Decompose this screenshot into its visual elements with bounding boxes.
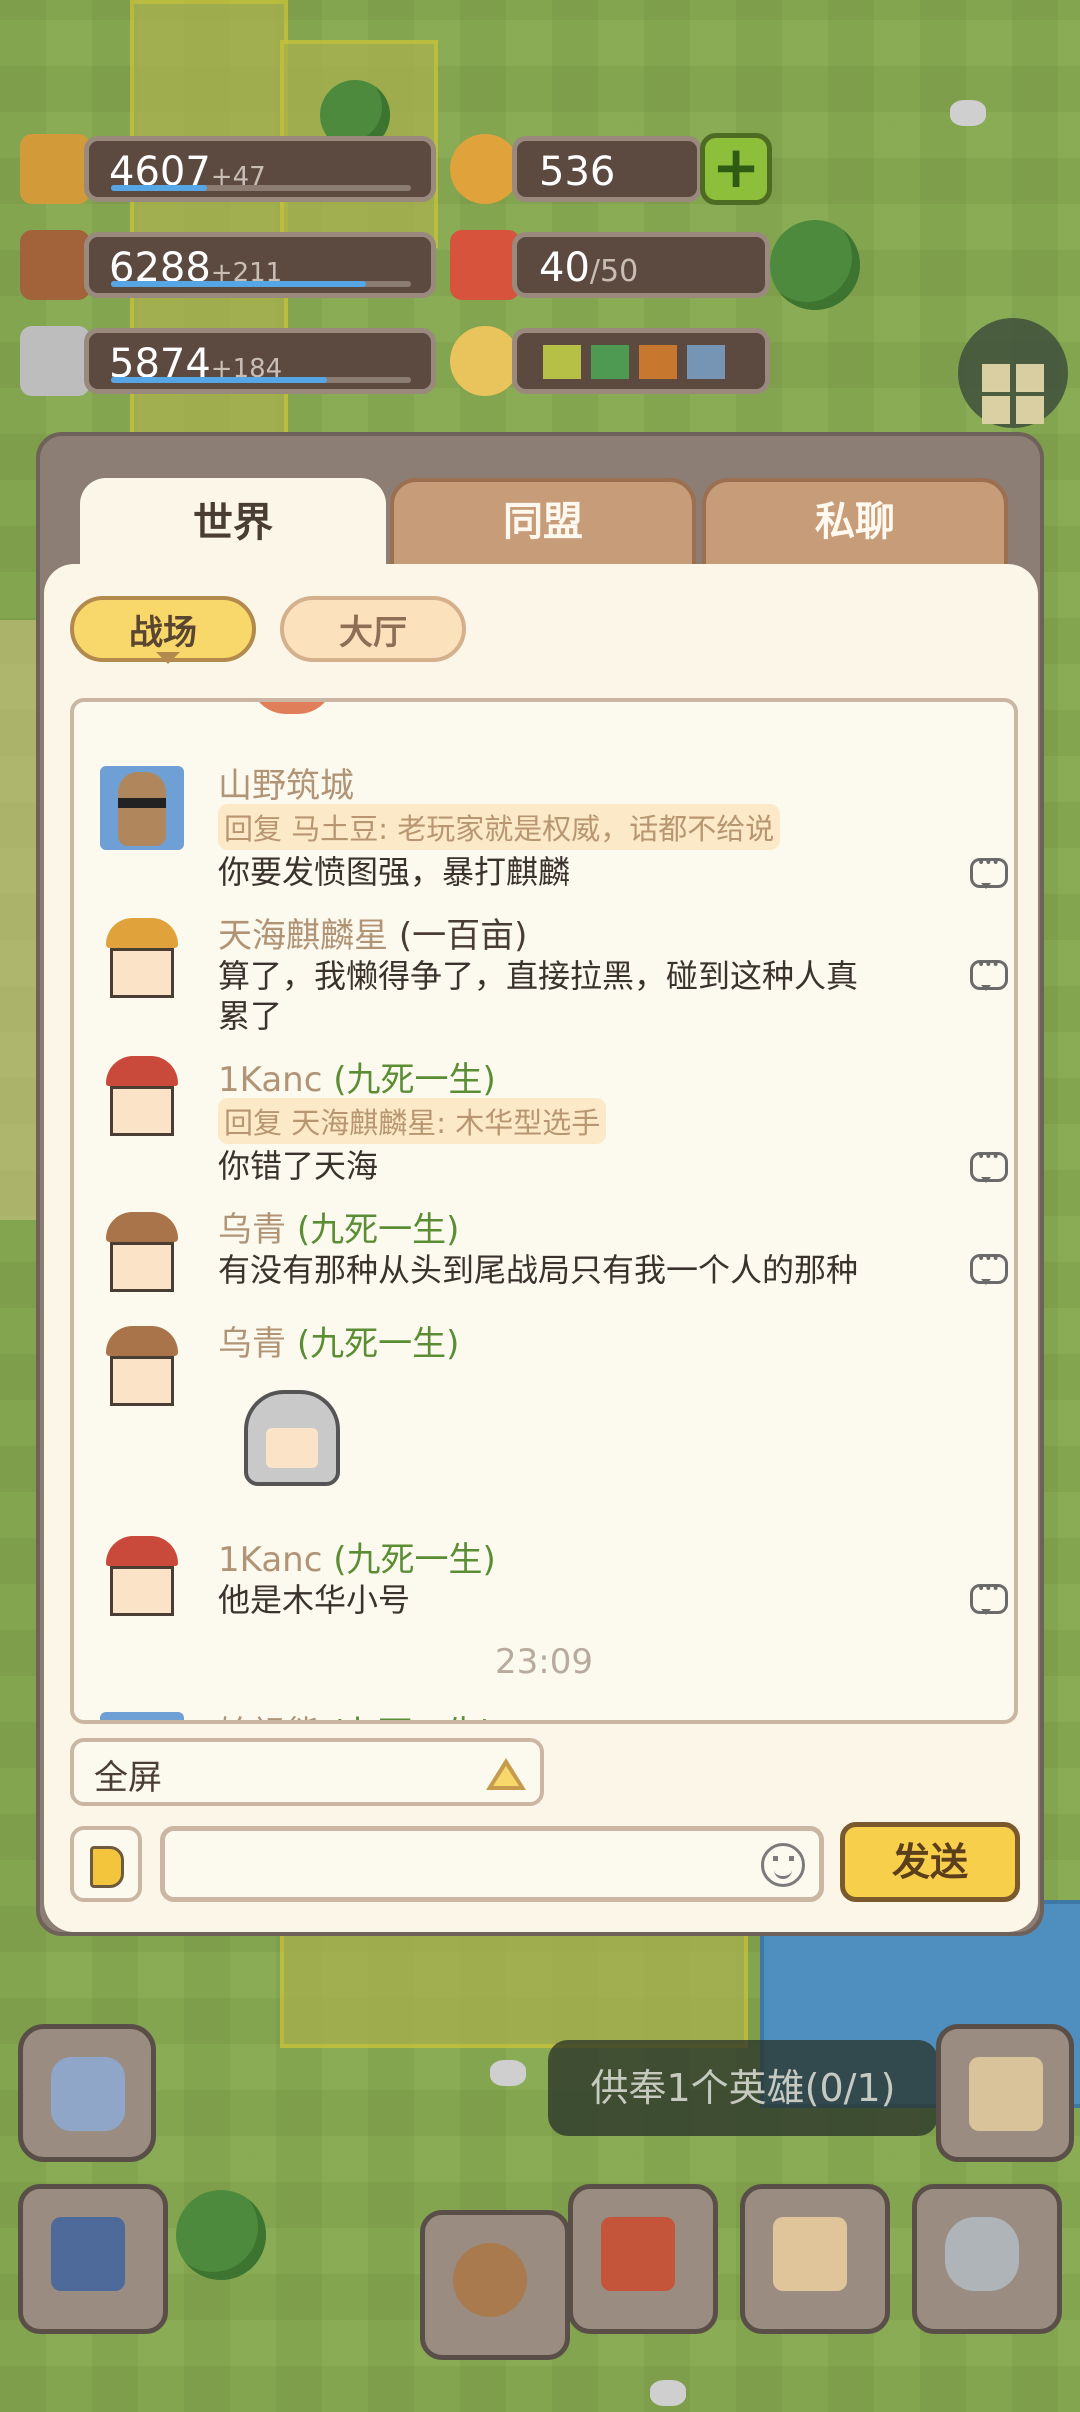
message-text: 算了，我懒得争了，直接拉黑，碰到这种人真 bbox=[218, 957, 859, 995]
weather-icon bbox=[450, 326, 520, 396]
message-text: 你错了天海 bbox=[218, 1147, 379, 1185]
stone-progress bbox=[111, 377, 411, 383]
chat-panel: 世界 同盟 私聊 战场 大厅 山野筑城 回复 马土豆: 老玩家就是权威，话都不给… bbox=[36, 432, 1044, 1936]
tab-private[interactable]: 私聊 bbox=[702, 478, 1008, 568]
grain-progress bbox=[111, 185, 411, 191]
shop-icon bbox=[601, 2217, 675, 2291]
avatar[interactable] bbox=[100, 1712, 184, 1720]
map-pin-icon bbox=[773, 2217, 847, 2291]
coin-value: 536 bbox=[539, 149, 616, 195]
map-button[interactable] bbox=[740, 2184, 890, 2334]
sender-name[interactable]: 山野筑城 bbox=[218, 758, 354, 807]
dog-avatar[interactable] bbox=[100, 766, 184, 850]
gift-icon bbox=[450, 230, 520, 300]
knight-helmet-sticker[interactable] bbox=[244, 1390, 340, 1486]
add-coins-button[interactable]: + bbox=[700, 133, 772, 205]
gift-value: 40/50 bbox=[539, 245, 639, 291]
bag-button[interactable] bbox=[420, 2210, 570, 2360]
wood-icon bbox=[20, 230, 90, 300]
timestamp: 23:09 bbox=[495, 1642, 593, 1682]
scroll-button[interactable] bbox=[936, 2024, 1074, 2162]
grain-resource[interactable]: 4607+47 bbox=[84, 136, 436, 202]
weather-swatch bbox=[639, 345, 677, 379]
shop-button[interactable] bbox=[568, 2184, 718, 2334]
tree bbox=[176, 2190, 266, 2280]
weather-swatch bbox=[591, 345, 629, 379]
message-list[interactable]: 山野筑城 回复 马土豆: 老玩家就是权威，话都不给说 你要发愤图强，暴打麒麟 天… bbox=[70, 698, 1018, 1724]
helmet-icon bbox=[945, 2217, 1019, 2291]
voice-button[interactable] bbox=[70, 1826, 142, 1902]
stone-icon bbox=[20, 326, 90, 396]
send-button[interactable]: 发送 bbox=[840, 1822, 1020, 1902]
reply-bubble-icon[interactable] bbox=[970, 1149, 1008, 1183]
red-roof-avatar[interactable] bbox=[100, 1056, 184, 1140]
stone-resource[interactable]: 5874+184 bbox=[84, 328, 436, 394]
chat-button[interactable] bbox=[18, 2024, 156, 2162]
speaker-icon bbox=[90, 1846, 124, 1888]
subtab-hall[interactable]: 大厅 bbox=[280, 596, 466, 662]
tab-world[interactable]: 世界 bbox=[80, 478, 386, 568]
partial-avatar bbox=[250, 702, 334, 714]
dirt-path bbox=[0, 620, 36, 1220]
expand-arrow-icon bbox=[486, 1758, 526, 1790]
weather-swatch bbox=[687, 345, 725, 379]
hero-home-button[interactable] bbox=[18, 2184, 168, 2334]
sender-name[interactable]: 乌青 (九死一生) bbox=[218, 1316, 459, 1365]
reply-bubble-icon[interactable] bbox=[970, 957, 1008, 991]
heroes-button[interactable] bbox=[912, 2184, 1062, 2334]
reply-quote[interactable]: 回复 马土豆: 老玩家就是权威，话都不给说 bbox=[218, 804, 781, 850]
weather-swatch bbox=[543, 345, 581, 379]
stone bbox=[650, 2380, 686, 2406]
grid-menu-button[interactable] bbox=[958, 318, 1068, 428]
sender-name[interactable]: 1Kanc (九死一生) bbox=[218, 1532, 496, 1581]
hero-icon bbox=[51, 2217, 125, 2291]
sender-name[interactable]: 天海麒麟星 (一百亩) bbox=[218, 908, 527, 957]
fullscreen-toggle[interactable]: 全屏 bbox=[70, 1738, 544, 1806]
stone bbox=[950, 100, 986, 126]
sender-name[interactable]: 1Kanc (九死一生) bbox=[218, 1052, 496, 1101]
subtab-battlefield[interactable]: 战场 bbox=[70, 596, 256, 664]
acorn-hat-avatar[interactable] bbox=[100, 1326, 184, 1410]
bag-icon bbox=[453, 2243, 527, 2317]
emoji-icon[interactable] bbox=[761, 1843, 805, 1887]
sender-name[interactable]: 始祖熊 (九死一生) bbox=[218, 1706, 493, 1720]
sender-name[interactable]: 乌青 (九死一生) bbox=[218, 1202, 459, 1251]
message-text-line2: 累了 bbox=[218, 997, 283, 1035]
weather-status[interactable] bbox=[512, 328, 770, 394]
reply-bubble-icon[interactable] bbox=[970, 1581, 1008, 1615]
wood-resource[interactable]: 6288+211 bbox=[84, 232, 436, 298]
farm-field bbox=[280, 1920, 748, 2048]
red-roof-avatar[interactable] bbox=[100, 1536, 184, 1620]
reply-bubble-icon[interactable] bbox=[970, 1251, 1008, 1285]
message-text: 他是木华小号 bbox=[218, 1581, 411, 1619]
acorn-hat-avatar[interactable] bbox=[100, 1212, 184, 1296]
chat-body: 战场 大厅 山野筑城 回复 马土豆: 老玩家就是权威，话都不给说 你要发愤图强，… bbox=[44, 564, 1038, 1932]
coin-resource[interactable]: 536 bbox=[512, 136, 702, 202]
straw-hat-avatar[interactable] bbox=[100, 918, 184, 1002]
coin-icon bbox=[450, 134, 520, 204]
reply-quote[interactable]: 回复 天海麒麟星: 木华型选手 bbox=[218, 1098, 607, 1144]
message-text: 你要发愤图强，暴打麒麟 bbox=[218, 853, 571, 891]
quest-banner[interactable]: 供奉1个英雄(0/1) bbox=[548, 2040, 938, 2136]
message-text: 有没有那种从头到尾战局只有我一个人的那种 bbox=[218, 1251, 859, 1289]
scroll-icon bbox=[969, 2057, 1043, 2131]
grain-icon bbox=[20, 134, 90, 204]
gift-resource[interactable]: 40/50 bbox=[512, 232, 770, 298]
stone bbox=[490, 2060, 526, 2086]
speech-bubble-icon bbox=[51, 2057, 125, 2131]
chat-input[interactable] bbox=[160, 1826, 824, 1902]
tab-alliance[interactable]: 同盟 bbox=[390, 478, 696, 568]
fullscreen-label: 全屏 bbox=[94, 1758, 162, 1798]
reply-bubble-icon[interactable] bbox=[970, 855, 1008, 889]
wood-progress bbox=[111, 281, 411, 287]
tree bbox=[770, 220, 860, 310]
